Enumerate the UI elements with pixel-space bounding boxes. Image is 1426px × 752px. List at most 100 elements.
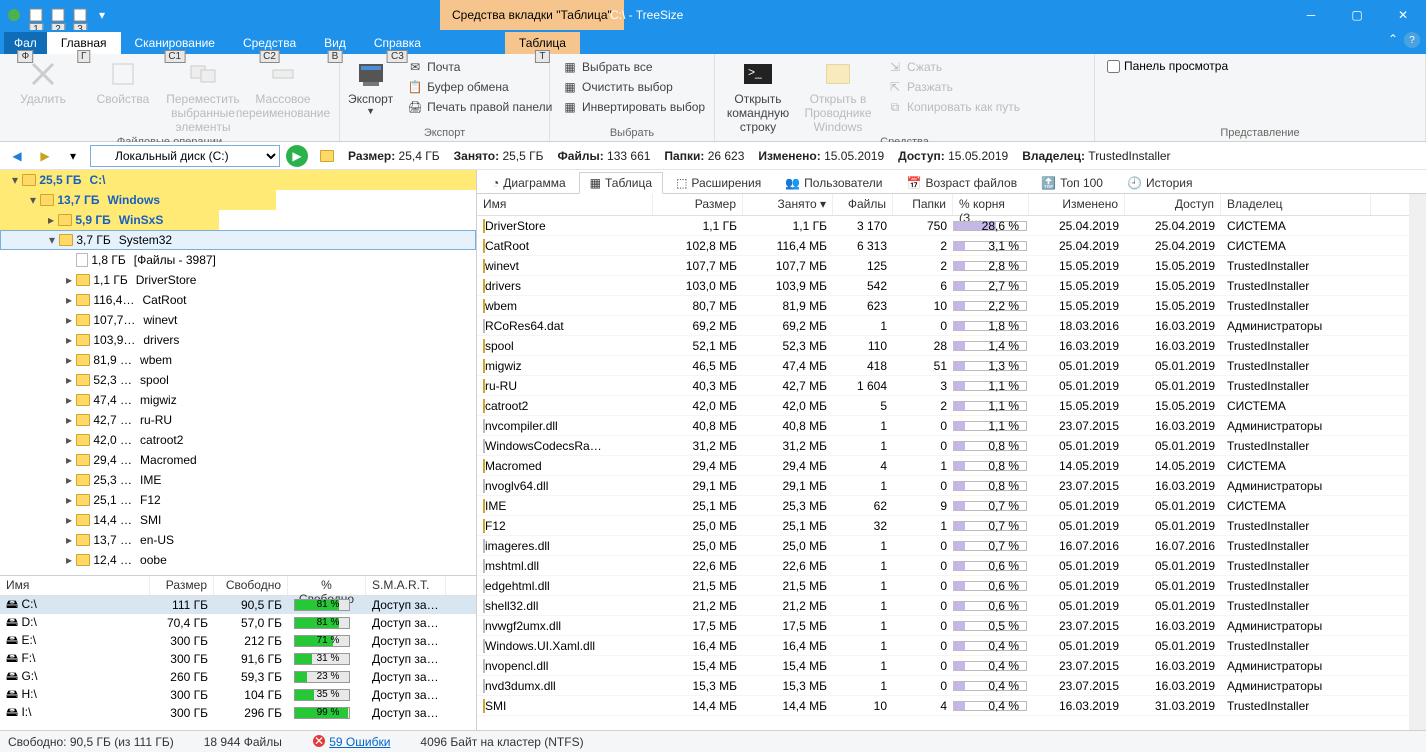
- ribbon-tab[interactable]: СредстваС2: [229, 32, 310, 54]
- tree-item[interactable]: 1,8 ГБ[Файлы - 3987]: [0, 250, 476, 270]
- rename-button[interactable]: Массовое переименование: [248, 58, 318, 120]
- qat-dropdown-icon[interactable]: ▾: [92, 5, 112, 25]
- tree-item[interactable]: ▸ 47,4 …migwiz: [0, 390, 476, 410]
- file-row[interactable]: imageres.dll25,0 МБ25,0 МБ100,7 %16.07.2…: [477, 536, 1409, 556]
- copy-path-button[interactable]: ⧉Копировать как путь: [883, 98, 1024, 116]
- open-explorer-button[interactable]: Открыть в Проводнике Windows: [803, 58, 873, 134]
- ribbon-tab[interactable]: СканированиеС1: [121, 32, 229, 54]
- help-icon[interactable]: ?: [1404, 32, 1420, 48]
- file-row[interactable]: winevt107,7 МБ107,7 МБ12522,8 %15.05.201…: [477, 256, 1409, 276]
- preview-panel-checkbox[interactable]: Панель просмотра: [1103, 58, 1232, 74]
- view-tab[interactable]: 🕘История: [1116, 172, 1204, 193]
- tree-item[interactable]: ▸ 14,4 …SMI: [0, 510, 476, 530]
- go-button[interactable]: ▶: [286, 145, 308, 167]
- move-button[interactable]: Переместить выбранные элементы: [168, 58, 238, 134]
- tree-item[interactable]: ▸ 12,4 …oobe: [0, 550, 476, 570]
- tree-item[interactable]: ▸ 1,1 ГБDriverStore: [0, 270, 476, 290]
- properties-button[interactable]: Свойства: [88, 58, 158, 106]
- tree-item[interactable]: ▸ 13,7 …en-US: [0, 530, 476, 550]
- vertical-scrollbar[interactable]: [1409, 194, 1426, 730]
- file-row[interactable]: edgehtml.dll21,5 МБ21,5 МБ100,6 %05.01.2…: [477, 576, 1409, 596]
- tree-item[interactable]: ▸ 25,1 …F12: [0, 490, 476, 510]
- export-button[interactable]: Экспорт▼: [348, 58, 393, 116]
- drive-row[interactable]: 🖴 C:\111 ГБ90,5 ГБ81 %Доступ за…: [0, 596, 476, 614]
- file-row[interactable]: nvcompiler.dll40,8 МБ40,8 МБ101,1 %23.07…: [477, 416, 1409, 436]
- drive-select[interactable]: Локальный диск (C:): [90, 145, 280, 167]
- view-tab[interactable]: ▦Таблица: [579, 172, 663, 194]
- mail-button[interactable]: ✉Почта: [403, 58, 556, 76]
- view-tab[interactable]: 📅Возраст файлов: [895, 172, 1028, 193]
- clear-selection-button[interactable]: ▦Очистить выбор: [558, 78, 709, 96]
- file-row[interactable]: mshtml.dll22,6 МБ22,6 МБ100,6 %05.01.201…: [477, 556, 1409, 576]
- tree-item[interactable]: ▸ 42,0 …catroot2: [0, 430, 476, 450]
- ribbon-tab[interactable]: ГлавнаяГ: [47, 32, 121, 54]
- file-row[interactable]: drivers103,0 МБ103,9 МБ54262,7 %15.05.20…: [477, 276, 1409, 296]
- file-row[interactable]: Macromed29,4 МБ29,4 МБ410,8 %14.05.20191…: [477, 456, 1409, 476]
- print-button[interactable]: 🖨Печать правой панели: [403, 98, 556, 116]
- drive-row[interactable]: 🖴 I:\300 ГБ296 ГБ99 %Доступ за…: [0, 704, 476, 722]
- file-row[interactable]: nvoglv64.dll29,1 МБ29,1 МБ100,8 %23.07.2…: [477, 476, 1409, 496]
- view-tab[interactable]: ◔Диаграмма: [481, 172, 577, 193]
- scan-menu-button[interactable]: ▾: [62, 145, 84, 167]
- folder-tree[interactable]: ▾ 25,5 ГБC:\▾ 13,7 ГБWindows▸ 5,9 ГБWinS…: [0, 170, 476, 575]
- drive-row[interactable]: 🖴 D:\70,4 ГБ57,0 ГБ81 %Доступ за…: [0, 614, 476, 632]
- back-button[interactable]: ◀: [6, 145, 28, 167]
- forward-button[interactable]: ▶: [34, 145, 56, 167]
- file-row[interactable]: DriverStore1,1 ГБ1,1 ГБ3 17075028,6 %25.…: [477, 216, 1409, 236]
- ribbon-tab[interactable]: ВидВ: [310, 32, 360, 54]
- tree-item[interactable]: ▸ 25,3 …IME: [0, 470, 476, 490]
- tree-item[interactable]: ▸ 103,9…drivers: [0, 330, 476, 350]
- file-row[interactable]: nvd3dumx.dll15,3 МБ15,3 МБ100,4 %23.07.2…: [477, 676, 1409, 696]
- ribbon-collapse-icon[interactable]: ⌃: [1388, 32, 1398, 48]
- select-all-button[interactable]: ▦Выбрать все: [558, 58, 709, 76]
- tree-item[interactable]: ▸ 42,7 …ru-RU: [0, 410, 476, 430]
- tree-item[interactable]: ▸ 5,9 ГБWinSxS: [0, 210, 476, 230]
- file-row[interactable]: migwiz46,5 МБ47,4 МБ418511,3 %05.01.2019…: [477, 356, 1409, 376]
- drive-row[interactable]: 🖴 E:\300 ГБ212 ГБ71 %Доступ за…: [0, 632, 476, 650]
- ribbon-tab[interactable]: ТаблицаТ: [505, 32, 580, 54]
- tree-item[interactable]: ▸ 81,9 …wbem: [0, 350, 476, 370]
- file-grid-header[interactable]: Имя Размер Занято ▾ Файлы Папки % корня …: [477, 194, 1409, 216]
- file-row[interactable]: CatRoot102,8 МБ116,4 МБ6 31323,1 %25.04.…: [477, 236, 1409, 256]
- file-row[interactable]: F1225,0 МБ25,1 МБ3210,7 %05.01.201905.01…: [477, 516, 1409, 536]
- drive-row[interactable]: 🖴 G:\260 ГБ59,3 ГБ23 %Доступ за…: [0, 668, 476, 686]
- qat-btn-2[interactable]: 2: [48, 5, 68, 25]
- file-grid[interactable]: Имя Размер Занято ▾ Файлы Папки % корня …: [477, 194, 1409, 730]
- decompress-button[interactable]: ⇱Разжать: [883, 78, 1024, 96]
- file-row[interactable]: nvopencl.dll15,4 МБ15,4 МБ100,4 %23.07.2…: [477, 656, 1409, 676]
- file-row[interactable]: shell32.dll21,2 МБ21,2 МБ100,6 %05.01.20…: [477, 596, 1409, 616]
- view-tab[interactable]: ⬚Расширения: [665, 172, 772, 193]
- file-tab[interactable]: ФалФ: [4, 32, 47, 54]
- tree-item[interactable]: ▸ 29,4 …Macromed: [0, 450, 476, 470]
- compress-button[interactable]: ⇲Сжать: [883, 58, 1024, 76]
- tree-item[interactable]: ▾ 3,7 ГБSystem32: [0, 230, 476, 250]
- file-row[interactable]: spool52,1 МБ52,3 МБ110281,4 %16.03.20191…: [477, 336, 1409, 356]
- file-row[interactable]: WindowsCodecsRa…31,2 МБ31,2 МБ100,8 %05.…: [477, 436, 1409, 456]
- tree-item[interactable]: ▸ 107,7…winevt: [0, 310, 476, 330]
- invert-selection-button[interactable]: ▦Инвертировать выбор: [558, 98, 709, 116]
- clipboard-button[interactable]: 📋Буфер обмена: [403, 78, 556, 96]
- file-row[interactable]: catroot242,0 МБ42,0 МБ521,1 %15.05.20191…: [477, 396, 1409, 416]
- delete-button[interactable]: Удалить: [8, 58, 78, 106]
- close-button[interactable]: ✕: [1380, 0, 1426, 30]
- tree-item[interactable]: ▾ 13,7 ГБWindows: [0, 190, 476, 210]
- view-tab[interactable]: 👥Пользователи: [774, 172, 893, 193]
- drive-row[interactable]: 🖴 H:\300 ГБ104 ГБ35 %Доступ за…: [0, 686, 476, 704]
- status-errors[interactable]: ✕ 59 Ошибки: [312, 734, 391, 749]
- tree-item[interactable]: ▸ 116,4…CatRoot: [0, 290, 476, 310]
- drive-row[interactable]: 🖴 F:\300 ГБ91,6 ГБ31 %Доступ за…: [0, 650, 476, 668]
- ribbon-tab[interactable]: СправкаС3: [360, 32, 435, 54]
- file-row[interactable]: RCoRes64.dat69,2 МБ69,2 МБ101,8 %18.03.2…: [477, 316, 1409, 336]
- drives-header[interactable]: Имя Размер Свободно % Свободно S.M.A.R.T…: [0, 576, 476, 596]
- maximize-button[interactable]: ▢: [1334, 0, 1380, 30]
- file-row[interactable]: IME25,1 МБ25,3 МБ6290,7 %05.01.201905.01…: [477, 496, 1409, 516]
- qat-btn-3[interactable]: 3: [70, 5, 90, 25]
- open-cmd-button[interactable]: >_Открыть командную строку: [723, 58, 793, 134]
- qat-scan-icon[interactable]: [4, 5, 24, 25]
- file-row[interactable]: Windows.UI.Xaml.dll16,4 МБ16,4 МБ100,4 %…: [477, 636, 1409, 656]
- qat-btn-1[interactable]: 1: [26, 5, 46, 25]
- view-tab[interactable]: 🔝Топ 100: [1030, 172, 1114, 193]
- file-row[interactable]: wbem80,7 МБ81,9 МБ623102,2 %15.05.201915…: [477, 296, 1409, 316]
- file-row[interactable]: nvwgf2umx.dll17,5 МБ17,5 МБ100,5 %23.07.…: [477, 616, 1409, 636]
- tree-item[interactable]: ▸ 52,3 …spool: [0, 370, 476, 390]
